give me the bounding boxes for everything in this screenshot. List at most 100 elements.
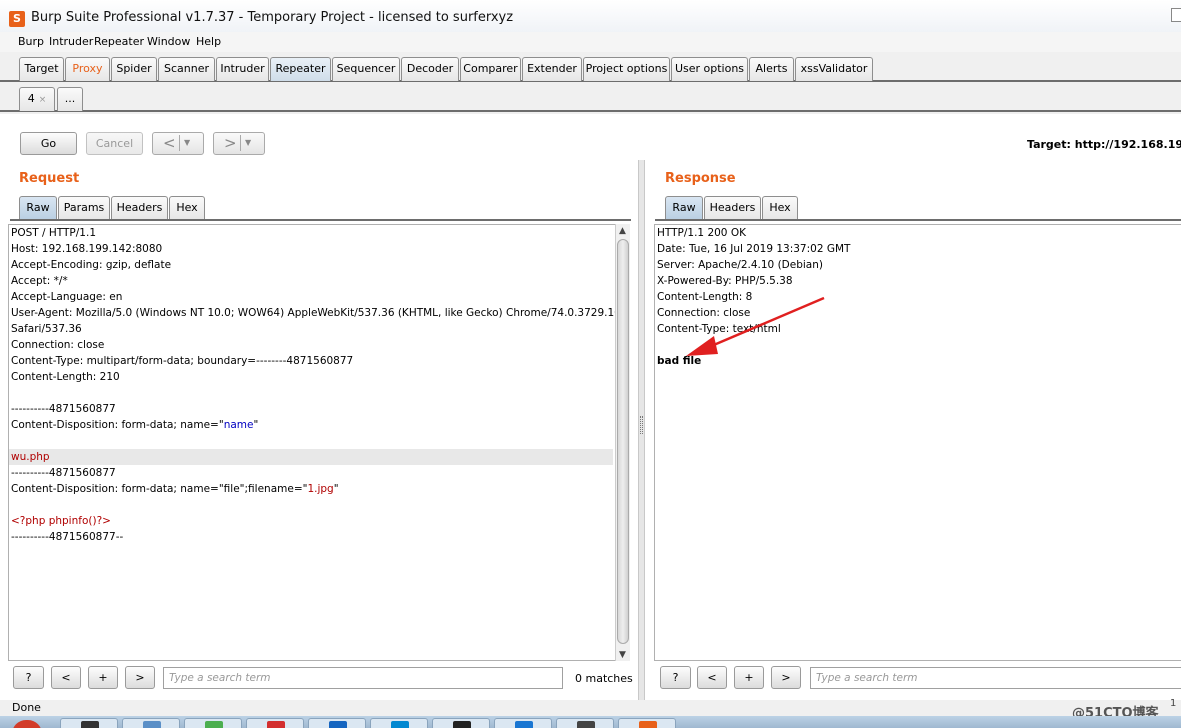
quote-close: " xyxy=(253,419,259,431)
response-search-box[interactable] xyxy=(810,667,1181,689)
request-line: Safari/537.36 xyxy=(11,323,82,335)
upload-filename-value: 1.jpg xyxy=(307,483,334,495)
tab-spider[interactable]: Spider xyxy=(111,57,157,81)
response-search-input[interactable] xyxy=(811,668,1181,688)
menu-window[interactable]: Window xyxy=(147,35,190,48)
os-taskbar xyxy=(0,716,1181,728)
tab-comparer[interactable]: Comparer xyxy=(460,57,521,81)
response-search-prev-button[interactable]: < xyxy=(697,666,727,689)
cancel-button[interactable]: Cancel xyxy=(86,132,143,155)
repeater-tab-bar: 4 × ... xyxy=(0,84,1181,112)
menu-repeater[interactable]: Repeater xyxy=(94,35,144,48)
request-line: User-Agent: Mozilla/5.0 (Windows NT 10.0… xyxy=(11,307,616,319)
taskbar-app-icon[interactable] xyxy=(308,718,366,728)
tab-alerts[interactable]: Alerts xyxy=(749,57,794,81)
request-line: Accept: */* xyxy=(11,275,68,287)
request-tab-params[interactable]: Params xyxy=(58,196,110,220)
response-line: HTTP/1.1 200 OK xyxy=(657,227,746,239)
tab-target[interactable]: Target xyxy=(19,57,64,81)
chevron-left-icon: < xyxy=(163,134,176,152)
request-search-box[interactable] xyxy=(163,667,563,689)
tab-project-options[interactable]: Project options xyxy=(583,57,670,81)
maximize-icon[interactable] xyxy=(1171,8,1181,22)
response-search-last-button[interactable]: > xyxy=(771,666,801,689)
title-bar: S Burp Suite Professional v1.7.37 - Temp… xyxy=(0,0,1181,32)
tab-sequencer[interactable]: Sequencer xyxy=(332,57,400,81)
dropdown-arrow-icon[interactable]: ▼ xyxy=(179,135,190,151)
request-scrollbar[interactable]: ▲ ▼ xyxy=(615,224,630,661)
response-tab-hex[interactable]: Hex xyxy=(762,196,798,220)
response-tab-headers[interactable]: Headers xyxy=(704,196,761,220)
request-line: Content-Disposition: form-data; name="na… xyxy=(11,417,258,433)
dropdown-arrow-icon[interactable]: ▼ xyxy=(240,135,251,151)
new-repeater-tab[interactable]: ... xyxy=(57,87,83,111)
disposition-prefix: Content-Disposition: form-data; name="fi… xyxy=(11,483,308,495)
request-help-button[interactable]: ? xyxy=(13,666,44,689)
request-tab-underline xyxy=(10,219,631,222)
response-viewer[interactable]: HTTP/1.1 200 OK Date: Tue, 16 Jul 2019 1… xyxy=(654,224,1181,661)
go-button[interactable]: Go xyxy=(20,132,77,155)
taskbar-app-icon[interactable] xyxy=(184,718,242,728)
tab-extender[interactable]: Extender xyxy=(522,57,582,81)
taskbar-app-icon[interactable] xyxy=(494,718,552,728)
target-label[interactable]: Target: http://192.168.199.142 xyxy=(1027,138,1181,151)
tab-decoder[interactable]: Decoder xyxy=(401,57,459,81)
status-text: Done xyxy=(12,701,41,714)
response-tab-raw[interactable]: Raw xyxy=(665,196,703,220)
request-tab-headers[interactable]: Headers xyxy=(111,196,168,220)
request-title: Request xyxy=(19,171,80,186)
request-tab-raw[interactable]: Raw xyxy=(19,196,57,220)
start-orb-icon[interactable] xyxy=(12,720,42,728)
tab-proxy[interactable]: Proxy xyxy=(65,57,110,81)
tab-xssvalidator[interactable]: xssValidator xyxy=(795,57,873,81)
request-line-highlighted: wu.php xyxy=(9,449,613,465)
request-tab-hex[interactable]: Hex xyxy=(169,196,205,220)
repeater-tab-4[interactable]: 4 × xyxy=(19,87,55,111)
request-match-count: 0 matches xyxy=(575,672,633,685)
tab-user-options[interactable]: User options xyxy=(671,57,748,81)
pane-splitter[interactable] xyxy=(638,160,645,700)
request-line: Content-Length: 210 xyxy=(11,371,120,383)
menu-intruder[interactable]: Intruder xyxy=(49,35,93,48)
scrollbar-thumb[interactable] xyxy=(617,239,629,644)
scroll-up-icon[interactable]: ▲ xyxy=(619,226,626,236)
field-value-filename: wu.php xyxy=(11,451,50,463)
taskbar-app-icon[interactable] xyxy=(370,718,428,728)
quote-close: " xyxy=(333,483,339,495)
request-search-last-button[interactable]: > xyxy=(125,666,155,689)
annotation-arrow-icon xyxy=(686,296,825,356)
menu-burp[interactable]: Burp xyxy=(18,35,44,48)
annotation-arrow-head xyxy=(686,336,718,356)
tab-repeater[interactable]: Repeater xyxy=(270,57,331,81)
main-tab-bar: Target Proxy Spider Scanner Intruder Rep… xyxy=(0,55,1181,82)
close-icon[interactable]: × xyxy=(39,95,47,105)
request-search-input[interactable] xyxy=(164,668,562,688)
annotation-arrow-shaft xyxy=(701,296,825,352)
response-search-next-button[interactable]: + xyxy=(734,666,764,689)
request-editor[interactable]: POST / HTTP/1.1 Host: 192.168.199.142:80… xyxy=(8,224,616,661)
request-line: Content-Disposition: form-data; name="fi… xyxy=(11,481,339,497)
taskbar-app-icon[interactable] xyxy=(618,718,676,728)
request-line: ----------4871560877 xyxy=(11,467,116,479)
taskbar-app-icon[interactable] xyxy=(60,718,118,728)
tab-intruder[interactable]: Intruder xyxy=(216,57,269,81)
menu-help[interactable]: Help xyxy=(196,35,221,48)
taskbar-app-icon[interactable] xyxy=(556,718,614,728)
taskbar-app-icon[interactable] xyxy=(122,718,180,728)
splitter-grip-icon[interactable] xyxy=(640,416,643,434)
menu-bar: Burp Intruder Repeater Window Help xyxy=(0,32,1181,52)
back-button[interactable]: < ▼ xyxy=(152,132,204,155)
request-line: POST / HTTP/1.1 xyxy=(11,227,96,239)
request-line: Accept-Encoding: gzip, deflate xyxy=(11,259,172,271)
request-search-prev-button[interactable]: < xyxy=(51,666,81,689)
scroll-down-icon[interactable]: ▼ xyxy=(619,650,626,660)
request-search-next-button[interactable]: + xyxy=(88,666,118,689)
window-title: Burp Suite Professional v1.7.37 - Tempor… xyxy=(31,10,514,25)
taskbar-app-icon[interactable] xyxy=(432,718,490,728)
response-line: X-Powered-By: PHP/5.5.38 xyxy=(657,275,793,287)
response-title: Response xyxy=(665,171,736,186)
taskbar-app-icon[interactable] xyxy=(246,718,304,728)
forward-button[interactable]: > ▼ xyxy=(213,132,265,155)
response-help-button[interactable]: ? xyxy=(660,666,691,689)
tab-scanner[interactable]: Scanner xyxy=(158,57,215,81)
